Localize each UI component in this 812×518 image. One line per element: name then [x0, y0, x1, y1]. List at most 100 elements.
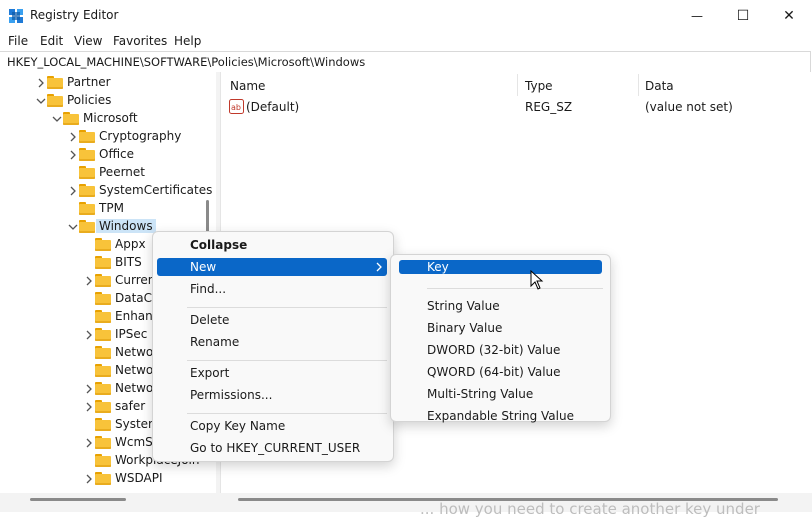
- tree-item-label: Windows: [96, 219, 156, 233]
- tree-item[interactable]: Policies: [0, 92, 205, 110]
- folder-icon: [79, 220, 95, 233]
- submenu-item[interactable]: String Value: [399, 297, 602, 315]
- context-menu-item-label: Permissions...: [190, 388, 273, 402]
- maximize-icon: ☐: [736, 8, 750, 24]
- tree-item-label: safer: [115, 399, 146, 413]
- context-menu-item-label: New: [190, 260, 217, 274]
- chevron-right-icon[interactable]: [68, 149, 78, 161]
- chevron-right-icon[interactable]: [84, 473, 94, 485]
- context-menu-item-label: Copy Key Name: [190, 419, 286, 433]
- submenu-item-label: DWORD (32-bit) Value: [427, 343, 561, 357]
- close-icon: ✕: [783, 8, 795, 24]
- tree-item[interactable]: WSDAPI: [0, 470, 205, 488]
- chevron-right-icon[interactable]: [84, 275, 94, 287]
- column-header-name[interactable]: Name: [230, 79, 265, 93]
- tree-item-label: Netwo: [115, 363, 154, 377]
- svg-text:ab: ab: [231, 103, 241, 112]
- submenu-item[interactable]: DWORD (32-bit) Value: [399, 341, 602, 359]
- chevron-right-icon[interactable]: [84, 437, 94, 449]
- title-bar: Registry Editor — ☐ ✕: [0, 0, 812, 32]
- minimize-button[interactable]: —: [674, 0, 720, 32]
- ab-string-icon: ab: [229, 99, 244, 114]
- new-submenu: Key String Value Binary Value DWORD (32-bit…: [390, 254, 611, 425]
- tree-horizontal-scrollbar-thumb[interactable]: [30, 498, 126, 501]
- submenu-item[interactable]: Multi-String Value: [399, 385, 602, 403]
- address-path: HKEY_LOCAL_MACHINE\SOFTWARE\Policies\Mic…: [7, 55, 366, 69]
- folder-icon: [95, 328, 111, 341]
- context-menu-item[interactable]: Go to HKEY_CURRENT_USER: [157, 439, 387, 457]
- tree-item[interactable]: Cryptography: [0, 128, 205, 146]
- tree-item-label: Peernet: [99, 165, 145, 179]
- column-divider[interactable]: [638, 74, 639, 96]
- context-menu-item[interactable]: Copy Key Name: [157, 417, 387, 435]
- context-menu-item[interactable]: Find...: [157, 280, 387, 298]
- window-title: Registry Editor: [30, 8, 119, 22]
- menu-separator: [187, 307, 387, 308]
- chevron-right-icon[interactable]: [84, 401, 94, 413]
- submenu-item[interactable]: Binary Value: [399, 319, 602, 337]
- submenu-item-label: Key: [427, 260, 449, 274]
- tree-item[interactable]: SystemCertificates: [0, 182, 212, 200]
- tree-item-label: Partner: [67, 75, 111, 89]
- tree-item-label: Office: [99, 147, 135, 161]
- tree-item[interactable]: Peernet: [0, 164, 205, 182]
- folder-icon: [95, 238, 111, 251]
- tree-item-label: WSDAPI: [115, 471, 163, 485]
- column-header-type[interactable]: Type: [525, 79, 553, 93]
- menu-view[interactable]: View: [74, 34, 102, 48]
- table-row[interactable]: ab (Default) REG_SZ (value not set): [221, 98, 811, 116]
- column-divider[interactable]: [517, 74, 518, 96]
- tree-item-label: Policies: [67, 93, 112, 107]
- chevron-right-icon[interactable]: [68, 185, 78, 197]
- address-bar[interactable]: HKEY_LOCAL_MACHINE\SOFTWARE\Policies\Mic…: [0, 51, 811, 73]
- tree-item[interactable]: TPM: [0, 200, 205, 218]
- context-menu-item[interactable]: Rename: [157, 333, 387, 351]
- context-menu-item-label: Rename: [190, 335, 240, 349]
- context-menu-item[interactable]: Permissions...: [157, 386, 387, 404]
- context-menu-item-label: Collapse: [190, 238, 248, 252]
- tree-item[interactable]: Office: [0, 146, 205, 164]
- submenu-item[interactable]: Expandable String Value: [399, 407, 602, 425]
- folder-icon: [95, 436, 111, 449]
- menu-help[interactable]: Help: [174, 34, 201, 48]
- folder-icon: [95, 454, 111, 467]
- chevron-right-icon[interactable]: [84, 329, 94, 341]
- tree-item-label: Curren: [115, 273, 156, 287]
- context-menu-item-label: Export: [190, 366, 230, 380]
- submenu-item-label: Expandable String Value: [427, 409, 574, 423]
- tree-item-label: WcmS: [115, 435, 153, 449]
- chevron-right-icon[interactable]: [36, 77, 46, 89]
- menu-favorites[interactable]: Favorites: [113, 34, 167, 48]
- column-header-data[interactable]: Data: [645, 79, 674, 93]
- context-menu-item-label: Find...: [190, 282, 227, 296]
- folder-icon: [95, 382, 111, 395]
- maximize-button[interactable]: ☐: [720, 0, 766, 32]
- chevron-down-icon[interactable]: [36, 95, 46, 107]
- folder-icon: [95, 418, 111, 431]
- tree-item-label: Netwo: [115, 381, 154, 395]
- folder-icon: [95, 472, 111, 485]
- menu-file[interactable]: File: [8, 34, 28, 48]
- menu-separator: [187, 413, 387, 414]
- context-menu-item[interactable]: Collapse: [157, 236, 387, 254]
- menu-edit[interactable]: Edit: [40, 34, 63, 48]
- folder-icon: [95, 256, 111, 269]
- submenu-item[interactable]: QWORD (64-bit) Value: [399, 363, 602, 381]
- tree-item[interactable]: Partner: [0, 74, 205, 92]
- mouse-cursor-icon: [530, 270, 544, 290]
- context-menu-item[interactable]: Export: [157, 364, 387, 382]
- context-menu-item[interactable]: Delete: [157, 311, 387, 329]
- close-button[interactable]: ✕: [766, 0, 812, 32]
- value-data: (value not set): [645, 100, 733, 114]
- tree-item-label: BITS: [115, 255, 142, 269]
- chevron-right-icon[interactable]: [68, 131, 78, 143]
- tree-item[interactable]: Microsoft: [0, 110, 205, 128]
- value-type: REG_SZ: [525, 100, 573, 114]
- chevron-down-icon[interactable]: [68, 221, 78, 233]
- tree-item-label: Cryptography: [99, 129, 182, 143]
- submenu-item[interactable]: Key: [399, 260, 602, 274]
- chevron-right-icon[interactable]: [84, 383, 94, 395]
- context-menu-item[interactable]: New: [157, 258, 387, 276]
- tree-item-label: Microsoft: [83, 111, 138, 125]
- chevron-down-icon[interactable]: [52, 113, 62, 125]
